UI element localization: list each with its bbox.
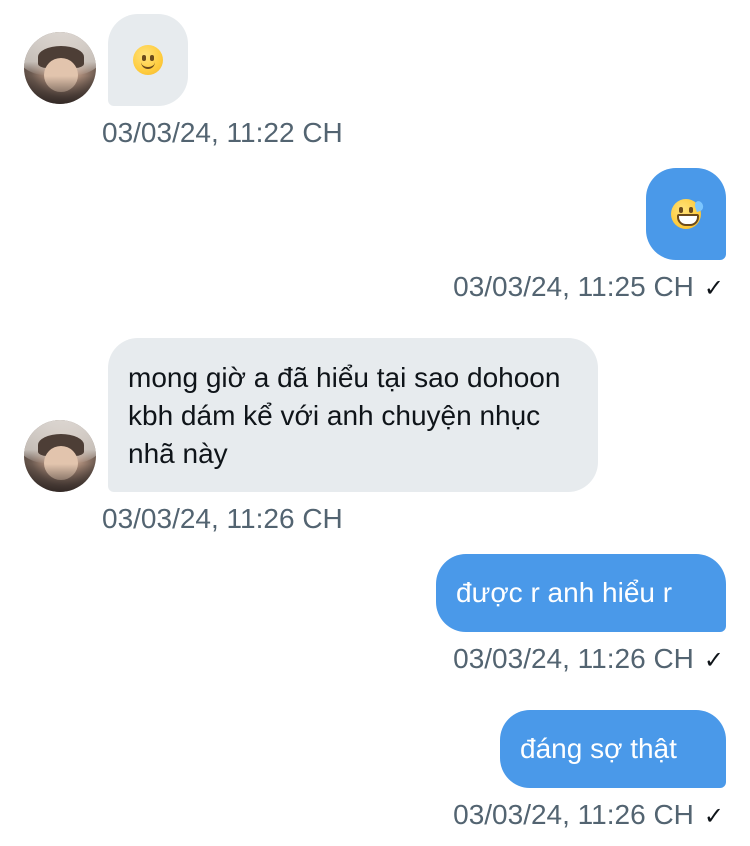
sent-check-icon: ✓: [703, 802, 724, 830]
slightly-smiling-face-icon: [133, 45, 163, 75]
message-text: mong giờ a đã hiểu tại sao dohoon kbh dá…: [128, 362, 569, 469]
message-text: đáng sợ thật: [520, 733, 677, 764]
message-bubble-outgoing[interactable]: được r anh hiểu r: [436, 554, 726, 632]
message-timestamp: 03/03/24, 11:25 CH ✓: [453, 270, 724, 305]
sent-check-icon: ✓: [703, 646, 724, 674]
message-timestamp: 03/03/24, 11:22 CH: [102, 117, 343, 148]
message-timestamp: 03/03/24, 11:26 CH: [102, 503, 343, 534]
avatar[interactable]: [24, 32, 96, 104]
grinning-face-with-sweat-icon: [671, 199, 705, 229]
message-bubble-outgoing[interactable]: [646, 168, 726, 260]
message-timestamp: 03/03/24, 11:26 CH ✓: [453, 642, 724, 677]
message-bubble-outgoing[interactable]: đáng sợ thật: [500, 710, 726, 788]
message-bubble-incoming[interactable]: mong giờ a đã hiểu tại sao dohoon kbh dá…: [108, 338, 598, 492]
message-bubble-incoming[interactable]: [108, 14, 188, 106]
avatar[interactable]: [24, 420, 96, 492]
message-text: được r anh hiểu r: [456, 577, 673, 608]
sent-check-icon: ✓: [703, 274, 724, 302]
message-timestamp: 03/03/24, 11:26 CH ✓: [453, 798, 724, 833]
